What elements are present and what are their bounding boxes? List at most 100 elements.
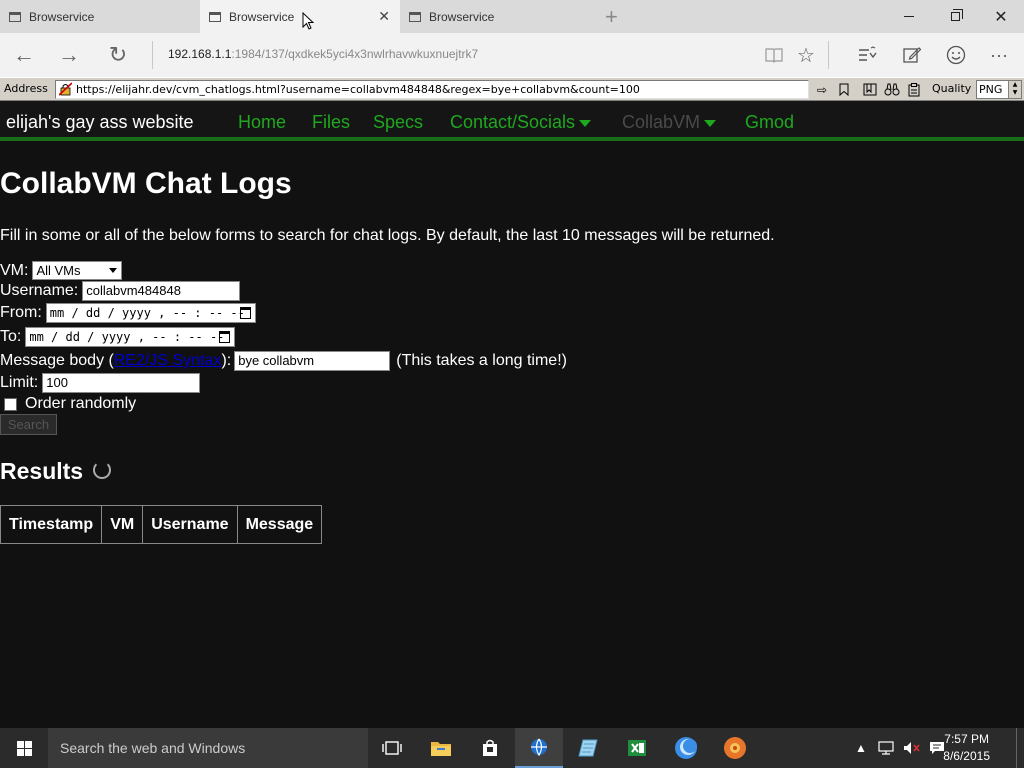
- bookmark-button[interactable]: [834, 80, 854, 99]
- nav-specs[interactable]: Specs: [373, 112, 423, 133]
- clipboard-button[interactable]: [904, 80, 924, 99]
- notepad-button[interactable]: [564, 728, 612, 768]
- results-title: Results: [0, 458, 84, 484]
- app-button[interactable]: [662, 728, 710, 768]
- pen-note-icon: [903, 47, 921, 63]
- nav-files-label: Files: [312, 112, 351, 132]
- tab-browservice-1[interactable]: Browservice: [0, 0, 200, 33]
- calendar-icon[interactable]: [219, 331, 231, 343]
- web-note-button[interactable]: [896, 39, 928, 71]
- nav-home[interactable]: Home: [238, 112, 286, 133]
- volume-button[interactable]: [900, 728, 924, 768]
- feedback-button[interactable]: [940, 39, 972, 71]
- username-input[interactable]: collabvm484848: [82, 281, 241, 301]
- mouse-cursor-icon: [302, 12, 314, 30]
- quality-spinner[interactable]: ▲ ▼: [1008, 81, 1021, 98]
- forward-button[interactable]: →: [53, 39, 85, 71]
- hub-button[interactable]: [851, 39, 883, 71]
- nav-gmod-label: Gmod: [745, 112, 795, 132]
- chevron-down-icon: [109, 268, 118, 273]
- reading-view-button[interactable]: [758, 39, 790, 71]
- quality-label: Quality: [932, 82, 972, 95]
- tab-browservice-2[interactable]: Browservice ✕: [200, 0, 400, 33]
- page-icon: [9, 11, 21, 22]
- limit-input[interactable]: 100: [42, 373, 201, 393]
- minimize-button[interactable]: [886, 0, 932, 33]
- minimize-icon: [904, 16, 914, 17]
- store-button[interactable]: [466, 728, 514, 768]
- restore-button[interactable]: [932, 0, 978, 33]
- show-desktop-button[interactable]: [1016, 728, 1024, 768]
- to-label: To:: [0, 328, 22, 345]
- find-button[interactable]: [882, 80, 902, 99]
- back-button[interactable]: ←: [8, 39, 40, 71]
- loading-spinner-icon: [93, 461, 111, 479]
- media-app-button[interactable]: [711, 728, 759, 768]
- close-icon[interactable]: ✕: [378, 8, 390, 25]
- arrow-right-icon: →: [58, 42, 80, 67]
- from-label: From:: [0, 304, 42, 321]
- book-icon: [765, 48, 783, 63]
- order-randomly-checkbox[interactable]: [4, 397, 17, 411]
- message-label-pre: Message body (: [0, 352, 114, 369]
- vm-select[interactable]: All VMs: [32, 261, 123, 280]
- edge-address-bar[interactable]: 192.168.1.1:1984/137/qxdkek5yci4x3nwlrha…: [168, 47, 478, 61]
- quality-selector[interactable]: PNG ▲ ▼: [976, 80, 1022, 99]
- message-input[interactable]: bye collabvm: [234, 351, 391, 371]
- folder-icon: [431, 742, 451, 756]
- nav-collabvm[interactable]: CollabVM: [622, 112, 717, 133]
- taskbar-search-box[interactable]: Search the web and Windows: [48, 728, 368, 768]
- show-hidden-icons-button[interactable]: ▲: [852, 728, 870, 768]
- start-button[interactable]: [0, 728, 48, 768]
- tab-label: Browservice: [429, 9, 495, 24]
- bookmarks-list-button[interactable]: [860, 80, 880, 99]
- vm-select-value: All VMs: [36, 263, 81, 278]
- refresh-button[interactable]: ↻: [102, 39, 134, 71]
- page-title: CollabVM Chat Logs: [0, 167, 292, 200]
- message-label-post: ):: [221, 352, 232, 369]
- nav-contact-socials[interactable]: Contact/Socials: [450, 112, 592, 133]
- to-placeholder: mm / dd / yyyy , -- : -- --: [29, 330, 225, 344]
- refresh-icon: ↻: [108, 42, 128, 67]
- excel-button[interactable]: [613, 728, 661, 768]
- go-button[interactable]: ⇨: [812, 80, 832, 99]
- windows-logo-icon: [16, 740, 32, 756]
- col-timestamp: Timestamp: [0, 505, 103, 544]
- browser-button[interactable]: [515, 728, 563, 768]
- search-button[interactable]: Search: [0, 414, 57, 435]
- search-placeholder: Search the web and Windows: [60, 740, 246, 756]
- calendar-icon[interactable]: [239, 307, 251, 319]
- divider: [152, 41, 153, 69]
- clock-date: 8/6/2015: [943, 749, 990, 763]
- nav-gmod[interactable]: Gmod: [745, 112, 794, 133]
- insecure-lock-icon: [59, 82, 72, 96]
- from-datetime-input[interactable]: mm / dd / yyyy , -- : -- --: [45, 303, 256, 323]
- clock[interactable]: 7:57 PM 8/6/2015: [943, 731, 990, 765]
- nav-contact-label: Contact/Socials: [450, 112, 576, 132]
- site-name[interactable]: elijah's gay ass website: [6, 112, 194, 133]
- from-row: From: mm / dd / yyyy , -- : -- --: [0, 303, 256, 323]
- notepad-icon: [578, 739, 598, 757]
- more-button[interactable]: ···: [983, 39, 1015, 71]
- favorite-button[interactable]: ☆: [790, 39, 822, 71]
- task-view-button[interactable]: [368, 728, 416, 768]
- close-window-button[interactable]: ✕: [978, 0, 1024, 33]
- tab-browservice-3[interactable]: Browservice: [400, 0, 600, 33]
- nav-specs-label: Specs: [373, 112, 424, 132]
- nav-files[interactable]: Files: [312, 112, 350, 133]
- new-tab-button[interactable]: +: [605, 4, 618, 30]
- network-button[interactable]: [874, 728, 898, 768]
- regex-syntax-link[interactable]: RE2/JS Syntax: [114, 352, 222, 370]
- url-host: 192.168.1.1: [168, 47, 232, 61]
- to-datetime-input[interactable]: mm / dd / yyyy , -- : -- --: [25, 327, 236, 347]
- tab-label: Browservice: [29, 9, 95, 24]
- address-value: https://elijahr.dev/cvm_chatlogs.html?us…: [76, 83, 640, 96]
- url-path: :1984/137/qxdkek5yci4x3nwlrhavwkuxnuejtr…: [231, 47, 479, 61]
- browservice-address-field[interactable]: https://elijahr.dev/cvm_chatlogs.html?us…: [55, 80, 809, 99]
- table-header-row: Timestamp VM Username Message: [0, 505, 323, 544]
- address-label: Address: [4, 82, 48, 95]
- limit-row: Limit: 100: [0, 373, 201, 393]
- more-icon: ···: [990, 44, 1008, 65]
- order-randomly-label: Order randomly: [25, 395, 137, 412]
- file-explorer-button[interactable]: [417, 728, 465, 768]
